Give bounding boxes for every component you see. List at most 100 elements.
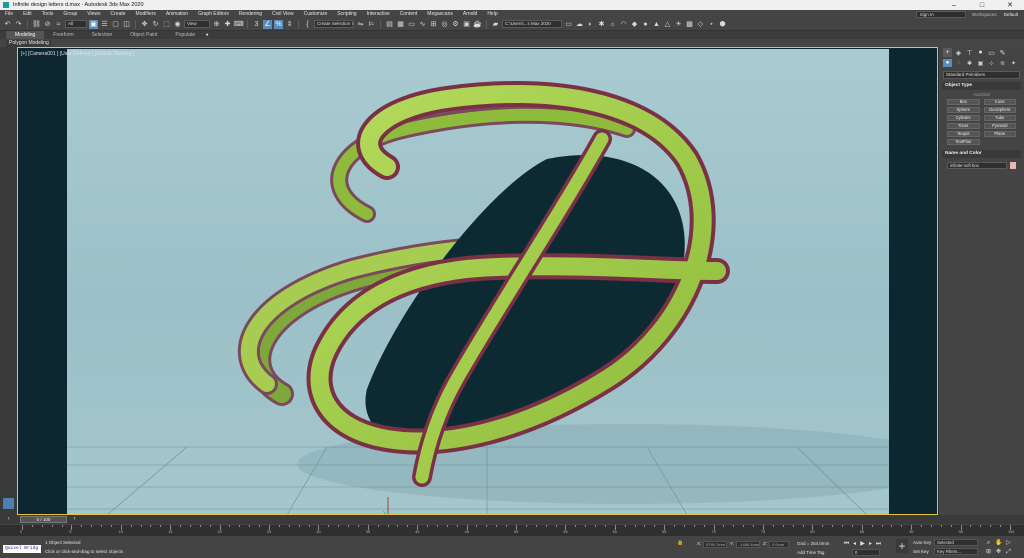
time-slider-next-icon[interactable]: › (70, 515, 79, 524)
select-object-icon[interactable]: ▣ (89, 19, 98, 29)
lock-selection-icon[interactable]: 🔒 (677, 540, 684, 547)
tab-populate[interactable]: Populate (166, 31, 204, 39)
selection-filter-dropdown[interactable]: All (65, 20, 87, 28)
menu-content[interactable]: Content (395, 10, 423, 18)
object-name-field[interactable]: infinite-soft box (947, 162, 1007, 169)
tube-button[interactable]: Tube (983, 115, 1016, 121)
menu-interactive[interactable]: Interactive (362, 10, 395, 18)
time-slider[interactable]: 0 / 100 (20, 516, 67, 523)
extra-tool-icon[interactable]: ⬢ (718, 20, 727, 29)
zoom-icon[interactable]: ⌕ (985, 540, 992, 547)
minimize-button[interactable]: – (940, 0, 968, 10)
primitive-category-dropdown[interactable]: Standard Primitives (943, 71, 1020, 79)
object-color-swatch[interactable] (1010, 162, 1016, 169)
pyramid-button[interactable]: Pyramid (983, 123, 1016, 129)
lights-icon[interactable]: ✱ (965, 59, 974, 67)
shapes-icon[interactable]: ◌ (954, 59, 963, 67)
systems-icon[interactable]: ✦ (1009, 59, 1018, 67)
go-to-end-icon[interactable]: ⏭ (875, 541, 882, 548)
scene-explorer-icon[interactable]: ▤ (385, 20, 394, 29)
create-tab-icon[interactable]: + (943, 48, 952, 57)
viewport[interactable]: [+] [Camera001 ] [User Defined ] [Defaul… (17, 47, 938, 515)
window-crossing-icon[interactable]: ◫ (122, 20, 131, 29)
tab-selection[interactable]: Selection (83, 31, 122, 39)
add-time-tag[interactable]: Add Time Tag (797, 550, 824, 555)
mirror-icon[interactable]: ⇋ (356, 20, 365, 29)
cone-button[interactable]: Cone (983, 99, 1016, 105)
display-tab-icon[interactable]: ▭ (987, 48, 996, 57)
go-to-start-icon[interactable]: ⏮ (843, 541, 850, 548)
utilities-tab-icon[interactable]: ✎ (998, 48, 1007, 57)
edit-named-selection-icon[interactable]: { (303, 20, 312, 29)
reference-coordinate-dropdown[interactable]: View (184, 20, 210, 28)
plane-button[interactable]: Plane (983, 131, 1016, 137)
keyboard-shortcut-override-icon[interactable]: ⌨ (233, 20, 243, 29)
physical-camera-icon[interactable]: ▩ (685, 20, 694, 29)
menu-rendering[interactable]: Rendering (234, 10, 267, 18)
undo-icon[interactable]: ↶ (3, 20, 12, 29)
curve-editor-icon[interactable]: ∿ (418, 20, 427, 29)
menu-graph-editors[interactable]: Graph Editors (193, 10, 234, 18)
tab-modeling[interactable]: Modeling (6, 31, 45, 39)
layer-explorer-icon[interactable]: ▦ (396, 20, 405, 29)
rendered-frame-window-icon[interactable]: ▣ (462, 20, 471, 29)
z-coord-field[interactable]: 0.0mm (769, 541, 789, 548)
space-warps-icon[interactable]: ≋ (998, 59, 1007, 67)
current-frame-field[interactable]: 0 (852, 549, 880, 556)
cylinder-button[interactable]: Cylinder (947, 115, 980, 121)
skydome-icon[interactable]: ◠ (619, 20, 628, 29)
select-manipulate-icon[interactable]: ✚ (223, 20, 232, 29)
key-filters-button[interactable]: Key Filters... (934, 548, 978, 555)
menu-animation[interactable]: Animation (161, 10, 193, 18)
menu-help[interactable]: Help (482, 10, 502, 18)
unlink-icon[interactable]: ⊘ (43, 20, 52, 29)
percent-snap-icon[interactable]: % (274, 19, 283, 29)
next-frame-icon[interactable]: ▸ (867, 541, 874, 548)
workspaces-dropdown[interactable]: Default (1004, 12, 1018, 17)
scale-icon[interactable]: ⬚ (162, 20, 171, 29)
viewport-layout-icon[interactable] (3, 498, 14, 509)
close-button[interactable]: ✕ (996, 0, 1024, 10)
arnold-render-icon[interactable]: ◐ (586, 20, 595, 29)
zoom-extents-icon[interactable]: ⊞ (985, 549, 992, 556)
auto-key-button[interactable]: Auto Key (913, 540, 931, 545)
mesh-light-icon[interactable]: △ (663, 20, 672, 29)
render-setup-icon[interactable]: ⚙ (451, 20, 460, 29)
arnold-shader-icon[interactable]: ◇ (696, 20, 705, 29)
volume-icon[interactable]: ◆ (630, 20, 639, 29)
pan-icon[interactable]: ✥ (995, 549, 1002, 556)
viewport-scene[interactable] (67, 49, 889, 514)
y-coord-field[interactable]: -1488.4mm (736, 541, 760, 548)
menu-file[interactable]: File (0, 10, 18, 18)
key-mode-dropdown[interactable]: Selected (934, 539, 978, 546)
select-by-name-icon[interactable]: ☰ (100, 20, 109, 29)
vertex-icon[interactable]: ⋆ (707, 20, 716, 29)
menu-scripting[interactable]: Scripting (332, 10, 361, 18)
rectangular-selection-icon[interactable]: ▢ (111, 20, 120, 29)
sign-in-dropdown[interactable]: Sign In (915, 10, 966, 18)
align-icon[interactable]: ⊨ (367, 20, 376, 29)
menu-megascans[interactable]: Megascans (422, 10, 458, 18)
photometric-icon[interactable]: ☀ (674, 20, 683, 29)
menu-arnold[interactable]: Arnold (458, 10, 482, 18)
teapot-button[interactable]: Teapot (947, 131, 980, 137)
place-icon[interactable]: ◉ (173, 20, 182, 29)
redo-icon[interactable]: ↷ (14, 20, 23, 29)
rotate-icon[interactable]: ↻ (151, 20, 160, 29)
project-folder-icon[interactable]: ▰ (491, 20, 500, 29)
schematic-view-icon[interactable]: ⊞ (429, 20, 438, 29)
cameras-icon[interactable]: ▣ (976, 59, 985, 67)
menu-views[interactable]: Views (82, 10, 105, 18)
open-folder-icon[interactable]: ▭ (564, 20, 573, 29)
sphere-button[interactable]: Sphere (947, 107, 980, 113)
field-of-view-icon[interactable]: ▷ (1005, 540, 1012, 547)
object-type-rollout-header[interactable]: Object Type (942, 82, 1021, 90)
tab-object-paint[interactable]: Object Paint (121, 31, 166, 39)
autogrid-checkbox[interactable]: AutoGrid (939, 92, 1024, 98)
pivot-center-icon[interactable]: ⊕ (212, 20, 221, 29)
menu-edit[interactable]: Edit (18, 10, 37, 18)
maximize-button[interactable]: □ (968, 0, 996, 10)
orbit-icon[interactable]: ✋ (995, 540, 1002, 547)
motion-tab-icon[interactable]: ● (976, 48, 985, 57)
menu-create[interactable]: Create (106, 10, 131, 18)
